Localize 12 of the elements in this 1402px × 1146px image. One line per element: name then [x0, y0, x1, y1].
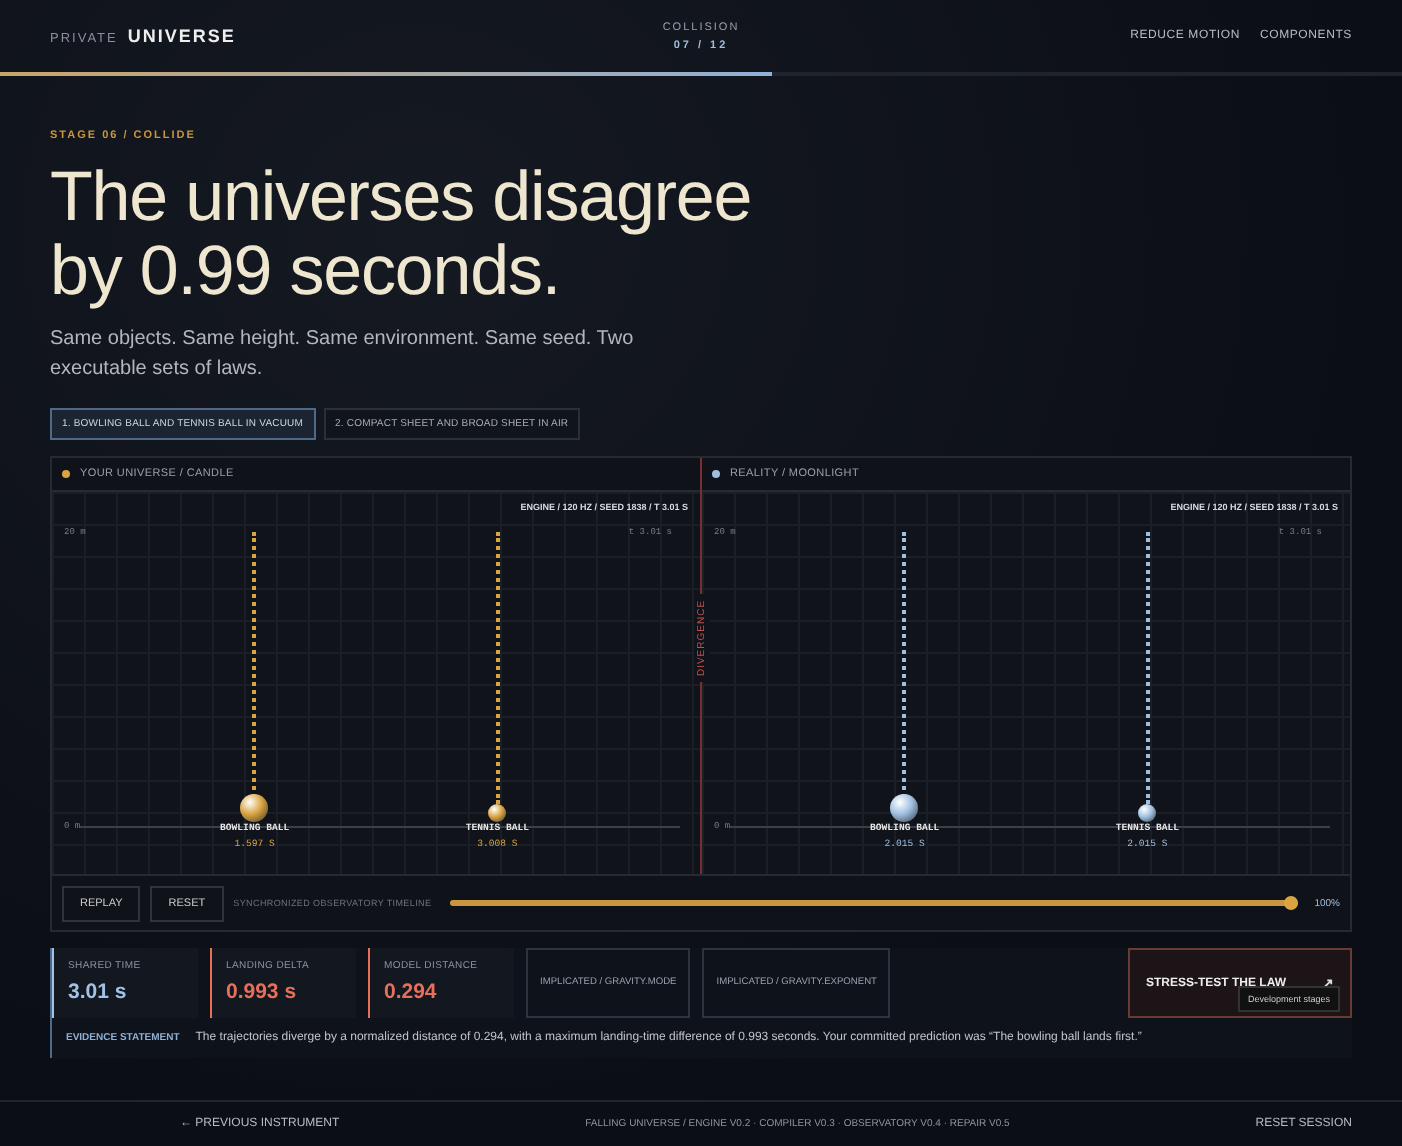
metric-value: 0.294 — [384, 980, 439, 1004]
ball — [488, 804, 507, 822]
page-title: The universes disagree by 0.99 seconds. — [50, 160, 754, 308]
brand-name: UNIVERSE — [127, 26, 236, 46]
ball — [890, 794, 919, 822]
subtitle: Same objects. Same height. Same environment. Same seed. Two executable sets of laws. — [50, 326, 636, 384]
metric-value: 0.993 s — [226, 980, 299, 1004]
metric-value: 3.01 s — [68, 980, 129, 1004]
ball — [240, 794, 269, 822]
slider-thumb[interactable] — [1284, 896, 1299, 910]
ball — [1138, 804, 1157, 822]
timeline-slider[interactable] — [449, 900, 1299, 906]
